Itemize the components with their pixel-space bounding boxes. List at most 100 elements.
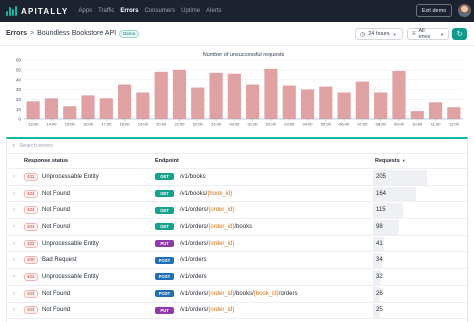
chevron-right-icon[interactable]: › <box>13 174 15 180</box>
chart-bar <box>374 92 388 119</box>
requests-count: 26 <box>376 290 383 297</box>
requests-count: 34 <box>376 257 383 264</box>
status-code-badge: 400 <box>24 256 38 265</box>
chart-bar <box>337 92 351 119</box>
method-badge: POST <box>155 256 174 264</box>
x-tick-label: 15:00 <box>65 122 76 127</box>
x-tick-label: 21:00 <box>174 122 185 127</box>
brand-logo[interactable]: APITALLY <box>6 5 68 17</box>
chart-bar <box>264 68 278 119</box>
chevron-right-icon[interactable]: › <box>13 291 15 297</box>
chevron-right-icon[interactable]: › <box>13 274 15 280</box>
search-input[interactable] <box>19 143 220 149</box>
y-tick-label: 0 <box>18 117 21 122</box>
path-segment: /v1/orders <box>180 273 207 280</box>
status-code-badge: 422 <box>24 272 38 281</box>
errors-chart-svg: Number of unsuccessful requests 0 10 20 30 40… <box>16 52 463 127</box>
chart-bar <box>44 98 59 119</box>
endpoint-path[interactable]: /v1/orders/{order_id}/books/{book_id}/or… <box>180 291 297 297</box>
x-tick-label: 16:00 <box>83 122 94 127</box>
chevron-right-icon[interactable]: › <box>13 241 15 247</box>
method-badge: POST <box>155 273 174 281</box>
endpoint-path[interactable]: /v1/orders/{order_id} <box>180 207 234 213</box>
nav-item-consumers[interactable]: Consumers <box>144 8 175 14</box>
exit-demo-button[interactable]: Exit demo <box>416 4 452 17</box>
period-select[interactable]: ◷ 24 hours ▼ <box>355 28 403 40</box>
column-header-status[interactable]: Response status <box>24 158 68 164</box>
env-select[interactable]: ≡ All envs ▼ <box>407 28 449 40</box>
avatar[interactable] <box>458 4 471 17</box>
x-tick-label: 02:00 <box>266 122 277 127</box>
path-param: {order_id} <box>208 223 235 230</box>
status-text: Unprocessable Entity <box>42 240 99 247</box>
endpoint-path[interactable]: /v1/orders <box>180 257 207 263</box>
nav-item-apps[interactable]: Apps <box>78 8 92 14</box>
table-row[interactable]: › 404 Not Found GET/v1/orders/{order_id}/bo… <box>7 219 467 236</box>
endpoint-path[interactable]: /v1/orders <box>180 274 207 280</box>
x-tick-label: 09:00 <box>394 122 405 127</box>
endpoint-path[interactable]: /v1/orders/{order_id} <box>180 307 234 313</box>
refresh-button[interactable]: ↻ <box>452 28 467 40</box>
endpoint-path[interactable]: /v1/orders/{order_id}/books <box>180 224 252 230</box>
column-header-requests[interactable]: Requests ▼ <box>375 158 406 164</box>
path-param: {order_id} <box>208 240 235 247</box>
table-row[interactable]: › 422 Unprocessable Entity PUT/v1/orders/{o… <box>7 236 467 253</box>
sort-desc-icon: ▼ <box>401 158 406 163</box>
method-badge: GET <box>155 190 174 198</box>
path-segment: /v1/books/ <box>180 190 208 197</box>
column-header-endpoint[interactable]: Endpoint <box>155 158 179 164</box>
endpoint-path[interactable]: /v1/books/{book_id} <box>180 191 232 197</box>
table-row[interactable]: › 404 Not Found PUT/v1/orders/{order_id} 25 <box>7 303 467 320</box>
chevron-right-icon[interactable]: › <box>13 257 15 263</box>
endpoint-path[interactable]: /v1/orders/{order_id} <box>180 241 234 247</box>
nav-item-traffic[interactable]: Traffic <box>98 8 114 14</box>
chart-bar <box>136 92 150 119</box>
status-code-badge: 404 <box>24 306 38 315</box>
method-badge: PUT <box>155 306 174 314</box>
page-header: Errors > Boundless Bookstore API Demo ◷ … <box>0 22 474 46</box>
table-row[interactable]: › 400 Bad Request POST/v1/orders 34 <box>7 252 467 270</box>
chart-bar <box>300 89 315 119</box>
status-code-badge: 422 <box>24 239 38 248</box>
chart-bar <box>392 70 406 119</box>
chevron-right-icon[interactable]: › <box>13 207 15 213</box>
chart-bar <box>99 98 113 119</box>
x-tick-label: 19:00 <box>138 122 149 127</box>
clock-icon: ◷ <box>360 31 366 38</box>
x-tick-label: 17:00 <box>101 122 112 127</box>
table-row[interactable]: › 404 Not Found GET/v1/orders/{order_id} 115 <box>7 202 467 220</box>
x-tick-label: 18:00 <box>120 122 131 127</box>
requests-count: 115 <box>376 207 386 214</box>
table-row[interactable]: › 422 Unprocessable Entity POST/v1/orders 32 <box>7 269 467 286</box>
chart-bar <box>246 84 260 119</box>
chart-bar <box>410 111 424 119</box>
path-segment: /books <box>234 223 253 230</box>
requests-count: 32 <box>376 273 383 280</box>
refresh-icon: ↻ <box>456 31 463 38</box>
chevron-right-icon[interactable]: › <box>13 307 15 313</box>
table-row[interactable]: › 404 Not Found POST/v1/orders/{order_id}/b… <box>7 286 467 303</box>
chevron-right-icon[interactable]: › <box>13 224 15 230</box>
path-segment: /v1/orders/ <box>180 290 209 297</box>
status-text: Bad Request <box>42 257 77 264</box>
column-header-requests-label: Requests <box>375 158 400 164</box>
path-segment: /v1/orders/ <box>180 223 209 230</box>
x-tick-label: 05:00 <box>321 122 332 127</box>
method-badge: GET <box>155 173 174 181</box>
path-segment: /v1/orders/ <box>180 307 209 314</box>
endpoint-path[interactable]: /v1/books <box>180 174 206 180</box>
chart-bar <box>209 72 223 119</box>
nav-item-alerts[interactable]: Alerts <box>206 8 221 14</box>
chart-bar <box>319 86 333 119</box>
nav-item-uptime[interactable]: Uptime <box>181 8 200 14</box>
table-row[interactable]: › 422 Unprocessable Entity GET/v1/books 205 <box>7 169 467 186</box>
path-segment: /books/ <box>234 290 254 297</box>
nav-item-errors[interactable]: Errors <box>120 8 138 14</box>
chart-bar <box>282 85 296 119</box>
path-param: {order_id} <box>208 307 235 314</box>
breadcrumb-root[interactable]: Errors <box>6 30 27 37</box>
table-row[interactable]: › 404 Not Found GET/v1/books/{book_id} 164 <box>7 186 467 203</box>
chart-bar <box>447 107 461 119</box>
chart-bar <box>81 95 95 119</box>
chevron-right-icon[interactable]: › <box>13 191 15 197</box>
